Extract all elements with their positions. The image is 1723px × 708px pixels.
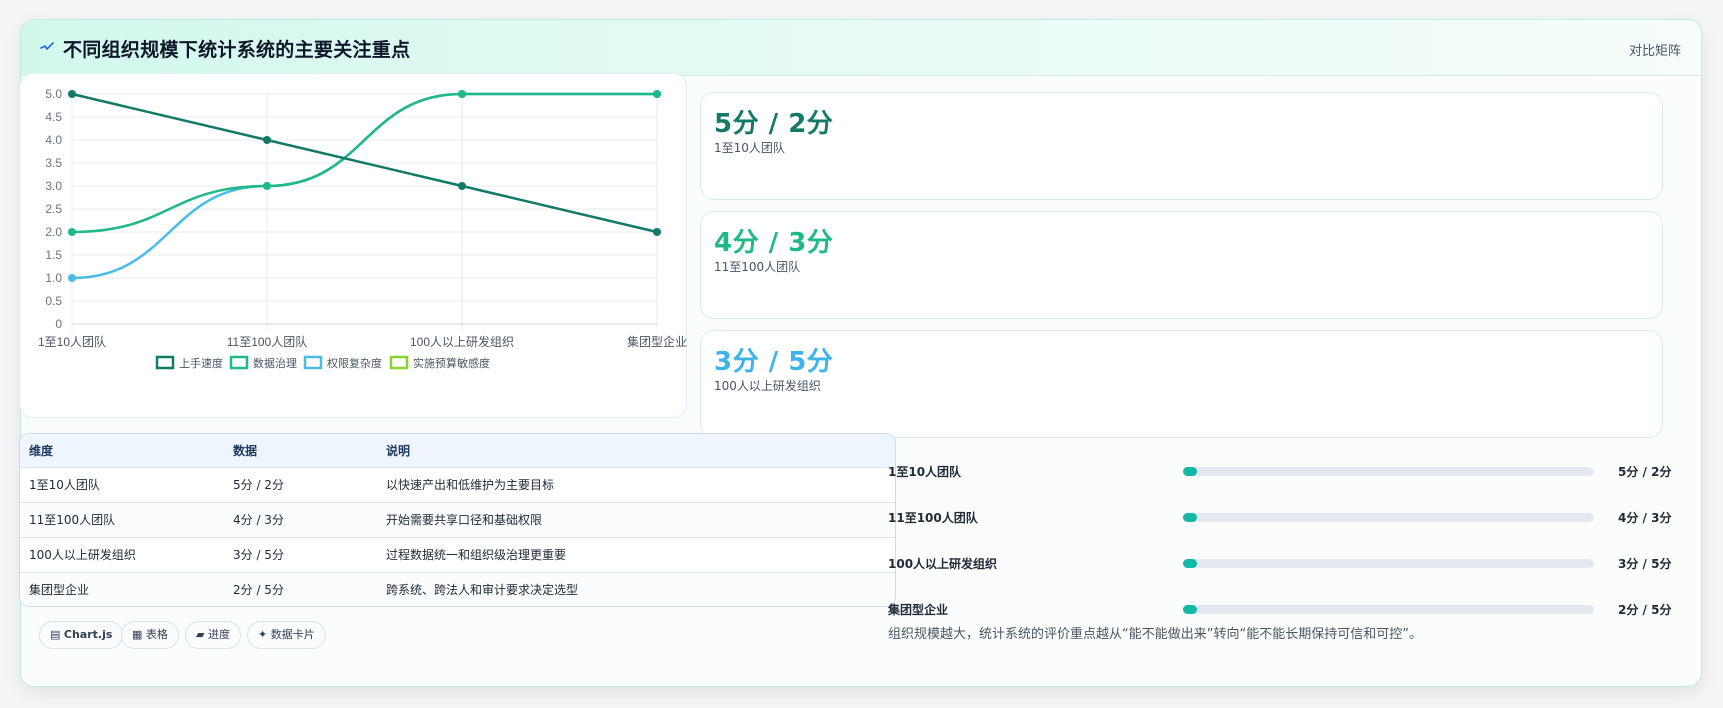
stat-value: 4分 / 3分 <box>714 228 834 258</box>
progress-track <box>1183 605 1594 614</box>
data-point <box>263 182 271 190</box>
card-header: 不同组织规模下统计系统的主要关注重点 对比矩阵 <box>21 20 1701 76</box>
progress-value: 4分 / 3分 <box>1618 511 1672 525</box>
legend-swatch <box>389 355 409 370</box>
y-tick-label: 2.5 <box>45 202 62 216</box>
legend-swatch <box>303 355 323 370</box>
y-tick-label: 0 <box>55 317 62 331</box>
line-chart-panel: 5.0 4.5 4.0 3.5 3.0 2.5 2.0 1.5 1.0 0.5 0 1至10人团队 11… <box>19 73 687 418</box>
table-header-cell: 数据 <box>233 444 258 458</box>
table-cell: 11至100人团队 <box>29 513 116 527</box>
progress-label: 集团型企业 <box>888 603 949 617</box>
stat-value: 3分 / 5分 <box>714 347 834 377</box>
chip-label: 数据卡片 <box>270 628 315 641</box>
table-row: 集团型企业 2分 / 5分 跨系统、跨法人和审计要求决定选型 <box>20 573 895 606</box>
legend-label: 实施预算敏感度 <box>413 356 490 370</box>
y-tick-label: 3.0 <box>45 179 62 193</box>
table-cell: 3分 / 5分 <box>233 548 284 562</box>
data-point <box>458 182 466 190</box>
table-cell: 4分 / 3分 <box>233 513 284 527</box>
y-tick-label: 4.5 <box>45 110 62 124</box>
chip-progress[interactable]: ▰ 进度 <box>185 621 241 649</box>
sparkle-icon: ✦ <box>258 628 268 641</box>
chip-label: 进度 <box>207 628 230 641</box>
progress-label: 11至100人团队 <box>888 511 978 525</box>
header-tag: 对比矩阵 <box>1628 44 1681 59</box>
table-cell: 100人以上研发组织 <box>29 548 136 562</box>
y-tick-label: 3.5 <box>45 156 62 170</box>
chip-label: 表格 <box>145 628 168 641</box>
progress-track <box>1183 559 1594 568</box>
table-row: 11至100人团队 4分 / 3分 开始需要共享口径和基础权限 <box>20 503 895 538</box>
table-row: 1至10人团队 5分 / 2分 以快速产出和低维护为主要目标 <box>20 468 895 503</box>
progress-fill <box>1183 605 1198 614</box>
progress-fill <box>1183 559 1198 568</box>
x-tick-label: 100人以上研发组织 <box>410 334 514 349</box>
y-tick-label: 1.0 <box>45 271 62 285</box>
stat-value: 5分 / 2分 <box>714 109 834 139</box>
progress-label: 100人以上研发组织 <box>888 557 998 571</box>
progress-icon: ▰ <box>196 628 205 641</box>
table-cell: 过程数据统一和组织级治理更重要 <box>386 548 567 562</box>
y-tick-label: 4.0 <box>45 133 62 147</box>
table-cell: 以快速产出和低维护为主要目标 <box>386 478 555 492</box>
data-point <box>653 90 661 98</box>
table-header-cell: 说明 <box>386 444 411 458</box>
table-cell: 跨系统、跨法人和审计要求决定选型 <box>386 583 579 597</box>
chip-chartjs[interactable]: ▤ Chart.js <box>39 621 124 649</box>
table-cell: 2分 / 5分 <box>233 583 284 597</box>
table-cell: 开始需要共享口径和基础权限 <box>386 513 543 527</box>
progress-value: 3分 / 5分 <box>1618 557 1672 571</box>
y-tick-label: 5.0 <box>45 87 62 101</box>
legend-swatch <box>155 355 175 370</box>
progress-track <box>1183 513 1594 522</box>
data-point <box>68 90 76 98</box>
chart-icon: ▤ <box>50 628 61 641</box>
y-tick-label: 2.0 <box>45 225 62 239</box>
legend-label: 数据治理 <box>253 356 297 370</box>
stat-card: 4分 / 3分 11至100人团队 <box>700 211 1663 319</box>
y-tick-label: 1.5 <box>45 248 62 262</box>
legend-label: 上手速度 <box>179 356 223 370</box>
data-point <box>68 274 76 282</box>
progress-value: 2分 / 5分 <box>1618 603 1672 617</box>
stat-label: 1至10人团队 <box>714 141 785 155</box>
progress-track <box>1183 467 1594 476</box>
progress-fill <box>1183 513 1198 522</box>
progress-value: 5分 / 2分 <box>1618 465 1672 479</box>
comparison-table: 维度 数据 说明 1至10人团队 5分 / 2分 以快速产出和低维护为主要目标 … <box>19 433 896 607</box>
chip-table[interactable]: ▦ 表格 <box>121 621 179 649</box>
x-tick-label: 11至100人团队 <box>227 334 307 349</box>
table-icon: ▦ <box>132 628 143 641</box>
data-point <box>458 90 466 98</box>
table-row: 100人以上研发组织 3分 / 5分 过程数据统一和组织级治理更重要 <box>20 538 895 573</box>
table-header-row: 维度 数据 说明 <box>20 434 895 468</box>
data-point <box>263 136 271 144</box>
stat-card: 5分 / 2分 1至10人团队 <box>700 92 1663 200</box>
table-header-cell: 维度 <box>29 444 54 458</box>
x-tick-label: 集团型企业 <box>627 334 687 349</box>
progress-fill <box>1183 467 1198 476</box>
table-cell: 1至10人团队 <box>29 478 100 492</box>
data-point <box>653 228 661 236</box>
table-cell: 集团型企业 <box>29 583 90 597</box>
stat-label: 11至100人团队 <box>714 260 801 274</box>
footnote: 组织规模越大，统计系统的评价重点越从“能不能做出来”转向“能不能长期保持可信和可… <box>888 627 1422 642</box>
stat-card: 3分 / 5分 100人以上研发组织 <box>700 330 1663 438</box>
pulse-icon <box>40 42 54 51</box>
legend-swatch <box>229 355 249 370</box>
line-chart: 5.0 4.5 4.0 3.5 3.0 2.5 2.0 1.5 1.0 0.5 0 1至10人团队 11… <box>38 87 687 370</box>
y-tick-label: 0.5 <box>45 294 62 308</box>
chip-data-card[interactable]: ✦ 数据卡片 <box>247 621 326 649</box>
stat-label: 100人以上研发组织 <box>714 379 821 393</box>
page-title: 不同组织规模下统计系统的主要关注重点 <box>63 39 411 61</box>
progress-label: 1至10人团队 <box>888 465 962 479</box>
chip-label: Chart.js <box>63 628 113 641</box>
legend-label: 权限复杂度 <box>327 356 382 370</box>
data-point <box>68 228 76 236</box>
x-tick-label: 1至10人团队 <box>38 334 106 349</box>
table-cell: 5分 / 2分 <box>233 478 284 492</box>
